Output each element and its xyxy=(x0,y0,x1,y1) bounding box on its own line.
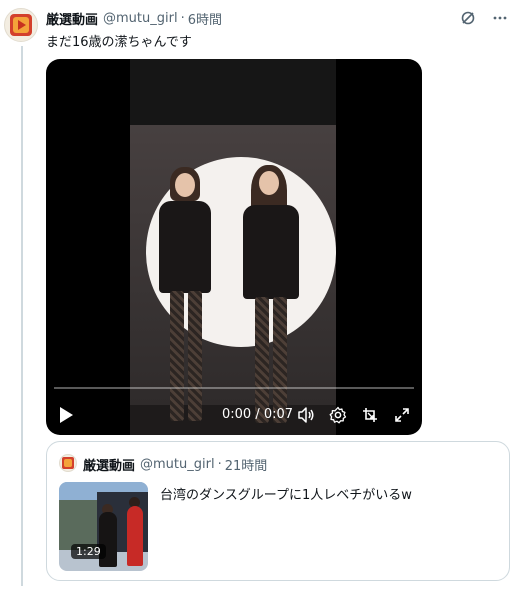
settings-icon[interactable] xyxy=(328,405,348,425)
post-header: 厳選動画 @mutu_girl · 6時間 xyxy=(46,8,222,28)
video-frame-top xyxy=(130,59,336,125)
volume-icon[interactable] xyxy=(296,405,316,425)
video-progress-bar[interactable] xyxy=(54,387,414,389)
separator-dot: · xyxy=(180,10,185,26)
more-icon[interactable] xyxy=(490,8,510,28)
video-duration-badge: 1:29 xyxy=(71,544,106,559)
video-controls: 0:00 / 0:07 xyxy=(46,399,422,431)
display-name[interactable]: 厳選動画 xyxy=(46,9,98,28)
avatar-logo-icon xyxy=(62,457,74,469)
video-timecode: 0:00 / 0:07 xyxy=(222,407,294,422)
user-handle[interactable]: @mutu_girl xyxy=(103,11,178,26)
quoted-display-name: 厳選動画 xyxy=(83,459,136,474)
post-text: まだ16歳の潆ちゃんです xyxy=(46,35,192,50)
quoted-user-handle: @mutu_girl xyxy=(140,457,215,472)
grok-icon[interactable] xyxy=(458,8,478,28)
thread-line xyxy=(21,46,23,586)
avatar-logo-icon xyxy=(10,14,32,36)
separator-dot: · xyxy=(217,457,222,472)
quoted-post[interactable]: 厳選動画 @mutu_girl · 21時間 1:29 台湾のダンスグループに1… xyxy=(46,441,510,581)
quoted-post-header: 厳選動画 @mutu_girl · 21時間 xyxy=(83,455,267,474)
post-timestamp[interactable]: 6時間 xyxy=(188,9,222,28)
quoted-video-thumbnail[interactable]: 1:29 xyxy=(59,482,148,571)
quoted-post-text: 台湾のダンスグループに1人レベチがいるw xyxy=(160,488,412,503)
quoted-avatar xyxy=(59,454,77,472)
post-actions-top xyxy=(458,8,510,28)
avatar[interactable] xyxy=(4,8,38,42)
quoted-timestamp: 21時間 xyxy=(224,459,268,474)
play-icon[interactable] xyxy=(56,405,76,425)
video-player[interactable]: 0:00 / 0:07 xyxy=(46,59,422,435)
pip-icon[interactable] xyxy=(360,405,380,425)
fullscreen-icon[interactable] xyxy=(392,405,412,425)
